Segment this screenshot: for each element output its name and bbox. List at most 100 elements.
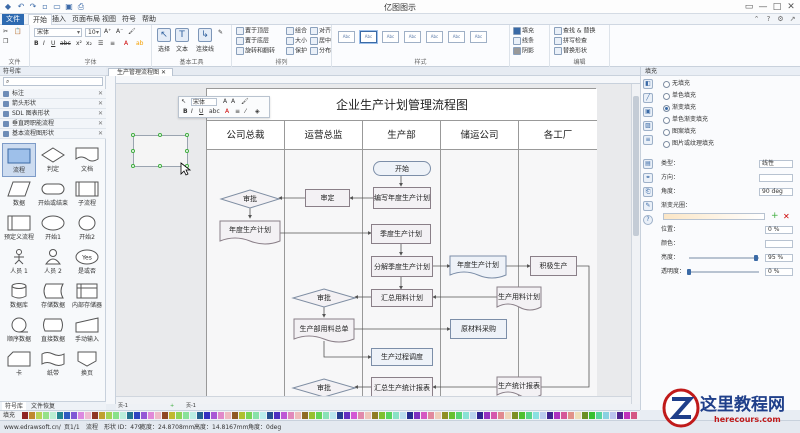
- symbol-direct-data[interactable]: 直接数据: [36, 313, 70, 347]
- node-production-schedule[interactable]: 生产过程调度: [371, 348, 433, 366]
- mini-underline[interactable]: U: [199, 108, 203, 116]
- color-swatch[interactable]: [127, 412, 133, 419]
- color-swatch[interactable]: [176, 412, 182, 419]
- page-tab-1[interactable]: 页-1: [118, 403, 128, 410]
- close-icon[interactable]: ✕: [98, 99, 103, 109]
- color-swatch[interactable]: [316, 412, 322, 419]
- mini-grow-font[interactable]: A: [223, 98, 227, 106]
- line-button[interactable]: 线条: [513, 37, 534, 46]
- color-swatch[interactable]: [295, 412, 301, 419]
- symbol-terminator[interactable]: 开始或结束: [36, 177, 70, 211]
- color-swatch[interactable]: [169, 412, 175, 419]
- color-swatch[interactable]: [162, 412, 168, 419]
- color-swatch[interactable]: [197, 412, 203, 419]
- symbol-category-swimlane[interactable]: 垂直跨职能流程 ✕: [0, 119, 106, 129]
- distribute-button[interactable]: 分布: [310, 47, 331, 56]
- transparency-input[interactable]: 0 %: [765, 268, 793, 276]
- line-tab-icon[interactable]: ╱: [643, 93, 653, 103]
- bring-to-front-button[interactable]: 置于顶层: [236, 27, 269, 36]
- symbol-yes-no[interactable]: Yes 是或否: [70, 245, 104, 279]
- color-swatch[interactable]: [274, 412, 280, 419]
- pen-icon[interactable]: ✎: [218, 29, 223, 37]
- color-swatch[interactable]: [43, 412, 49, 419]
- color-swatch[interactable]: [421, 412, 427, 419]
- resize-handle[interactable]: [131, 164, 135, 168]
- color-swatch[interactable]: [57, 412, 63, 419]
- color-swatch[interactable]: [267, 412, 273, 419]
- subscript-icon[interactable]: x₂: [86, 40, 92, 48]
- drawing-page[interactable]: 企业生产计划管理流程图 公司总裁 运营总监 生产部 储运公司 各工厂 开始 编写…: [206, 88, 597, 404]
- color-swatch[interactable]: [533, 412, 539, 419]
- fill-option-solid[interactable]: 单色填充: [663, 92, 696, 100]
- color-swatch[interactable]: [302, 412, 308, 419]
- resize-handle[interactable]: [158, 133, 162, 137]
- node-summarize-material[interactable]: 汇总用料计划: [371, 289, 433, 307]
- close-button[interactable]: ✕: [784, 1, 798, 13]
- comment-tab-icon[interactable]: ✎: [643, 201, 653, 211]
- layer-tab-icon[interactable]: ≡: [643, 135, 653, 145]
- spell-check-button[interactable]: 拼写检查: [554, 37, 587, 46]
- color-swatch[interactable]: [358, 412, 364, 419]
- restore-ribbon-button[interactable]: ▭: [742, 1, 756, 13]
- gradient-stops-bar[interactable]: [663, 213, 765, 220]
- symbol-category-sdl[interactable]: SDL 图表形状 ✕: [0, 109, 106, 119]
- mini-bold[interactable]: B: [183, 108, 188, 116]
- color-swatch[interactable]: [148, 412, 154, 419]
- rotate-flip-button[interactable]: 旋转和翻转: [236, 47, 275, 56]
- fill-tab-icon[interactable]: ◧: [643, 79, 653, 89]
- align-button[interactable]: 对齐: [310, 27, 331, 36]
- color-swatch[interactable]: [365, 412, 371, 419]
- text-tool-button[interactable]: T 文本: [174, 28, 190, 53]
- symbol-person2[interactable]: 人员 2: [36, 245, 70, 279]
- style-thumb-7[interactable]: Abc: [470, 31, 487, 43]
- node-procurement[interactable]: 原材料采购: [450, 319, 507, 339]
- color-swatch[interactable]: [526, 412, 532, 419]
- font-name-select[interactable]: 宋体: [34, 28, 82, 37]
- color-swatch[interactable]: [519, 412, 525, 419]
- symbol-stored-data[interactable]: 存储数据: [36, 279, 70, 313]
- color-swatch[interactable]: [155, 412, 161, 419]
- color-swatch[interactable]: [141, 412, 147, 419]
- color-swatch[interactable]: [232, 412, 238, 419]
- maximize-button[interactable]: □: [770, 1, 784, 13]
- menu-view[interactable]: 视图: [98, 14, 120, 25]
- color-swatch[interactable]: [582, 412, 588, 419]
- color-swatch[interactable]: [36, 412, 42, 419]
- color-swatch[interactable]: [190, 412, 196, 419]
- color-swatch[interactable]: [400, 412, 406, 419]
- color-swatch[interactable]: [512, 412, 518, 419]
- color-swatch[interactable]: [547, 412, 553, 419]
- color-swatch[interactable]: [561, 412, 567, 419]
- color-swatch[interactable]: [78, 412, 84, 419]
- close-icon[interactable]: ✕: [98, 129, 103, 139]
- fill-option-solid-gradient[interactable]: 单色渐变填充: [663, 116, 708, 124]
- resize-handle[interactable]: [185, 149, 189, 153]
- symbol-start1[interactable]: 开始1: [36, 211, 70, 245]
- color-swatch[interactable]: [99, 412, 105, 419]
- bold-icon[interactable]: B: [34, 40, 39, 48]
- color-swatch[interactable]: [239, 412, 245, 419]
- symbol-database[interactable]: 数据库: [2, 279, 36, 313]
- symbol-search-input[interactable]: ⌕: [3, 77, 103, 86]
- size-button[interactable]: 大小: [286, 37, 307, 46]
- color-swatch[interactable]: [407, 412, 413, 419]
- align-icon[interactable]: ≡: [235, 108, 240, 116]
- strikethrough-icon[interactable]: abc: [60, 40, 71, 48]
- send-to-back-button[interactable]: 置于底层: [236, 37, 269, 46]
- color-swatch[interactable]: [449, 412, 455, 419]
- mini-strike[interactable]: abc: [209, 108, 220, 116]
- color-swatch[interactable]: [603, 412, 609, 419]
- add-stop-icon[interactable]: +: [771, 212, 779, 221]
- color-swatch[interactable]: [414, 412, 420, 419]
- color-swatch[interactable]: [477, 412, 483, 419]
- color-swatch[interactable]: [71, 412, 77, 419]
- color-swatch[interactable]: [498, 412, 504, 419]
- color-swatch[interactable]: [22, 412, 28, 419]
- select-tool-button[interactable]: ↖ 选择: [156, 28, 172, 53]
- color-swatch[interactable]: [491, 412, 497, 419]
- fill-bucket-icon[interactable]: ◈: [255, 108, 260, 116]
- color-swatch[interactable]: [428, 412, 434, 419]
- color-swatch[interactable]: [484, 412, 490, 419]
- cut-icon[interactable]: ✂: [3, 28, 8, 36]
- align-icon[interactable]: ≡: [110, 40, 115, 48]
